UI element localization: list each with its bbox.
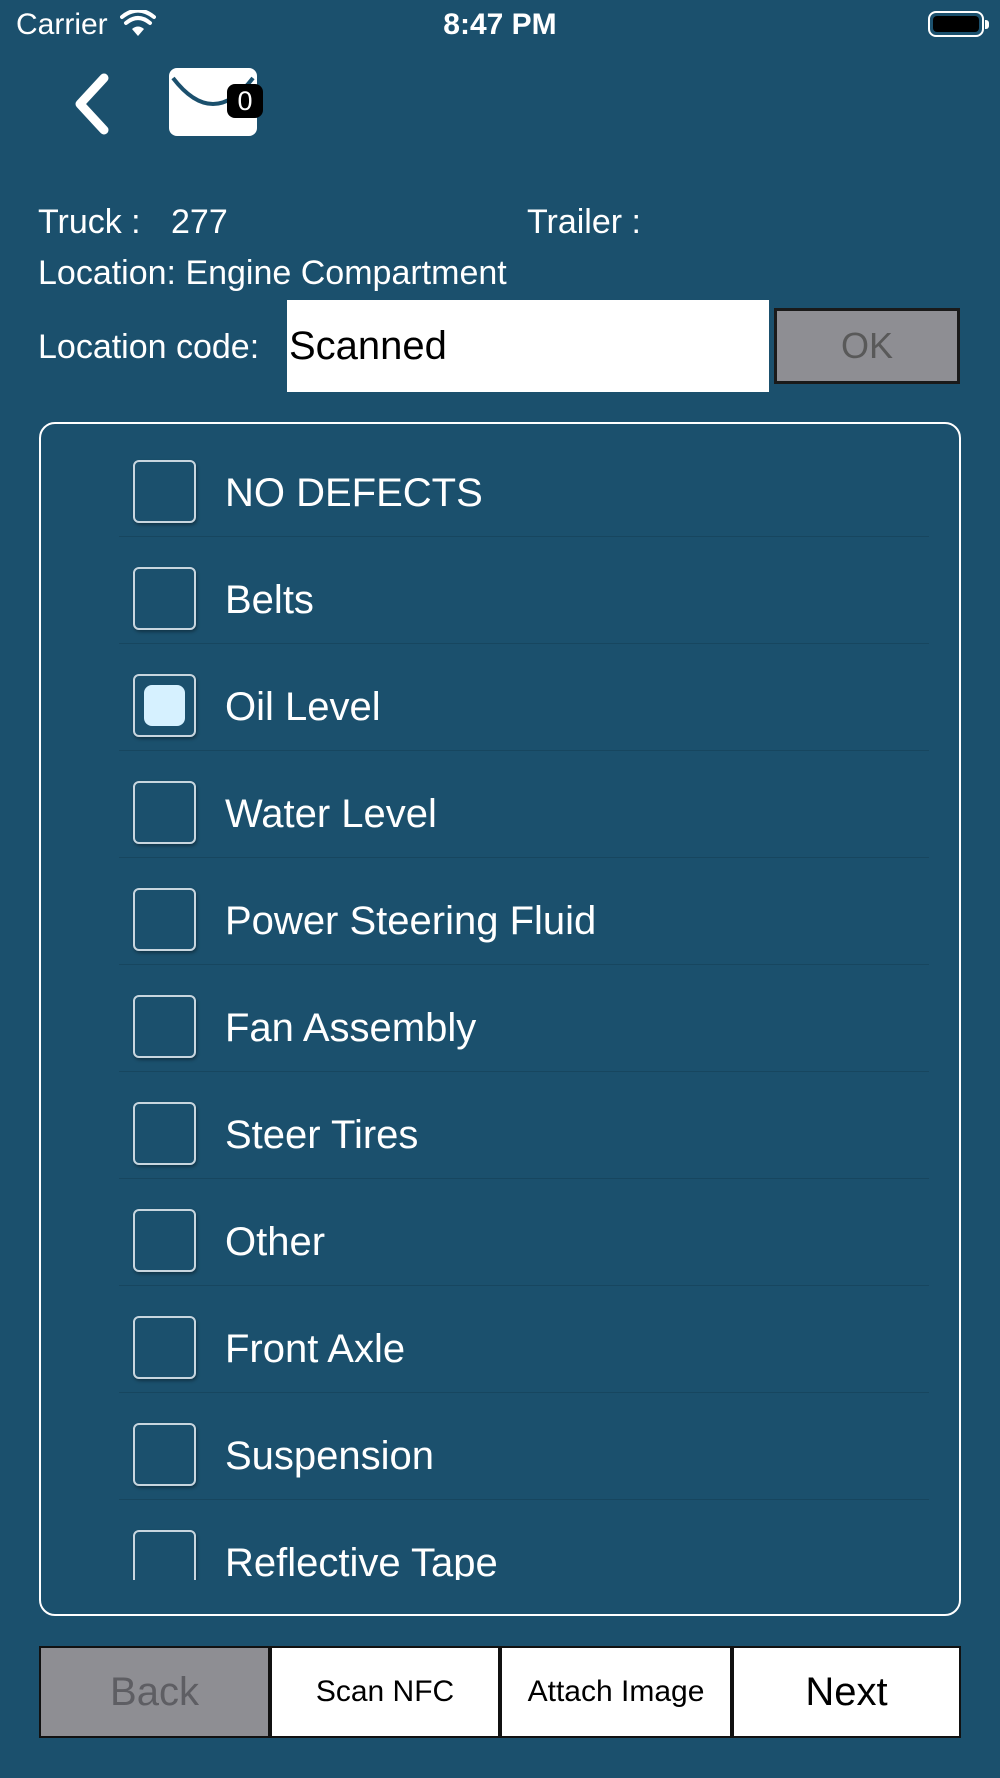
ok-button[interactable]: OK xyxy=(774,308,960,384)
location-code-label: Location code: xyxy=(38,328,260,366)
checklist-item[interactable]: Front Axle xyxy=(41,1286,959,1393)
location-code-input[interactable] xyxy=(287,300,769,392)
chevron-left-icon[interactable] xyxy=(70,70,116,138)
checkbox[interactable] xyxy=(133,781,196,844)
checkbox[interactable] xyxy=(133,1530,196,1580)
checkbox[interactable] xyxy=(133,888,196,951)
checklist-item[interactable]: Steer Tires xyxy=(41,1072,959,1179)
checkbox[interactable] xyxy=(133,460,196,523)
truck-label: Truck : xyxy=(38,203,141,241)
checklist-item-label: Front Axle xyxy=(225,1327,406,1371)
checkbox[interactable] xyxy=(133,674,196,737)
checklist-item[interactable]: Reflective Tape xyxy=(41,1500,959,1580)
checklist-item-label: Steer Tires xyxy=(225,1113,419,1157)
checklist-item[interactable]: Belts xyxy=(41,537,959,644)
checklist-item[interactable]: Power Steering Fluid xyxy=(41,858,959,965)
trailer-label: Trailer : xyxy=(527,203,641,241)
status-time: 8:47 PM xyxy=(443,8,557,41)
checkbox[interactable] xyxy=(133,1423,196,1486)
checklist-item-label: Water Level xyxy=(225,792,437,836)
checklist-item-label: Power Steering Fluid xyxy=(225,899,597,943)
checklist-item-label: Fan Assembly xyxy=(225,1006,477,1050)
checkbox[interactable] xyxy=(133,995,196,1058)
checklist-item-label: Other xyxy=(225,1220,326,1264)
battery-icon xyxy=(928,11,989,37)
mail-count-badge: 0 xyxy=(227,84,263,118)
truck-value: 277 xyxy=(171,203,228,241)
checklist-item[interactable]: Fan Assembly xyxy=(41,965,959,1072)
checklist-item[interactable]: Oil Level xyxy=(41,644,959,751)
checklist-item[interactable]: Other xyxy=(41,1179,959,1286)
attach-image-button[interactable]: Attach Image xyxy=(500,1646,732,1738)
checklist-item-label: Oil Level xyxy=(225,685,381,729)
checklist-item-label: NO DEFECTS xyxy=(225,471,483,515)
checkbox[interactable] xyxy=(133,567,196,630)
location-text: Location: Engine Compartment xyxy=(38,254,507,292)
checklist-item-label: Belts xyxy=(225,578,314,622)
checklist-item[interactable]: Water Level xyxy=(41,751,959,858)
scan-nfc-button[interactable]: Scan NFC xyxy=(270,1646,500,1738)
back-button[interactable]: Back xyxy=(39,1646,270,1738)
checklist-list[interactable]: NO DEFECTS Belts Oil Level Water Level Power… xyxy=(41,424,959,1580)
checkbox[interactable] xyxy=(133,1209,196,1272)
checklist-item[interactable]: NO DEFECTS xyxy=(41,430,959,537)
checklist-panel[interactable]: NO DEFECTS Belts Oil Level Water Level Power… xyxy=(39,422,961,1616)
mail-button[interactable]: 0 xyxy=(169,68,263,136)
next-button[interactable]: Next xyxy=(732,1646,961,1738)
checklist-item-label: Reflective Tape xyxy=(225,1541,498,1580)
checklist-item[interactable]: Suspension xyxy=(41,1393,959,1500)
checkbox[interactable] xyxy=(133,1316,196,1379)
checklist-item-label: Suspension xyxy=(225,1434,435,1478)
checkbox[interactable] xyxy=(133,1102,196,1165)
